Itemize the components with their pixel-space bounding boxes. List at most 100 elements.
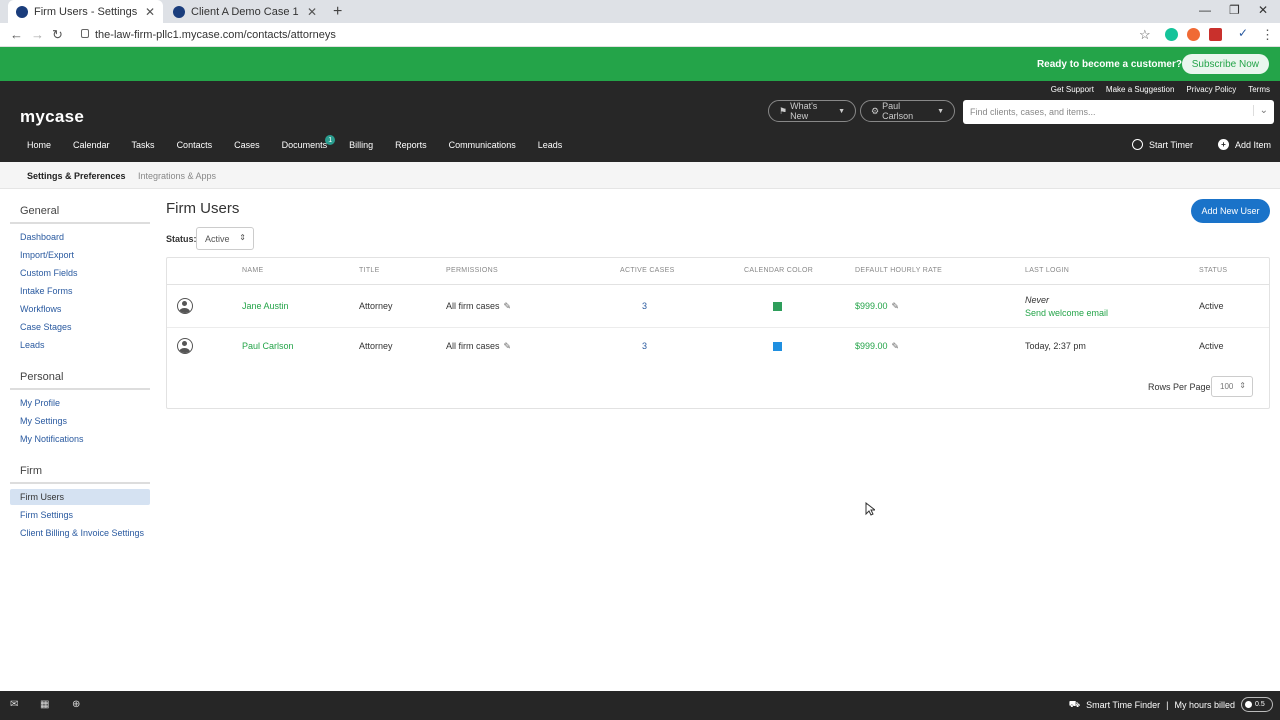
pencil-icon[interactable]: ✎ xyxy=(892,301,900,311)
divider xyxy=(10,482,150,484)
nav-documents[interactable]: Documents 1 xyxy=(282,135,336,150)
sidebar-item-my-notifications[interactable]: My Notifications xyxy=(10,431,150,447)
sidebar-item-case-stages[interactable]: Case Stages xyxy=(10,319,150,335)
user-status: Active xyxy=(1199,301,1224,311)
nav-reports[interactable]: Reports xyxy=(395,140,427,150)
sidebar-item-import-export[interactable]: Import/Export xyxy=(10,247,150,263)
column-header-title[interactable]: Title xyxy=(359,267,380,274)
sidebar-item-firm-settings[interactable]: Firm Settings xyxy=(10,507,150,523)
close-icon[interactable]: ✕ xyxy=(307,5,317,19)
chevron-down-icon[interactable]: ⌄ xyxy=(1252,105,1268,116)
hours-toggle[interactable]: 0.5 xyxy=(1241,697,1273,712)
my-hours-billed-label[interactable]: My hours billed xyxy=(1174,700,1235,710)
status-filter-select[interactable]: Active ⇕ xyxy=(196,227,254,250)
url-field[interactable]: the-law-firm-pllc1.mycase.com/contacts/a… xyxy=(81,29,336,41)
menu-icon[interactable]: ⋮ xyxy=(1261,27,1274,43)
global-search-input[interactable]: Find clients, cases, and items... ⌄ xyxy=(963,100,1274,124)
pencil-icon[interactable]: ✎ xyxy=(504,301,512,311)
grammarly-extension-icon[interactable] xyxy=(1165,28,1178,41)
tab-integrations-apps[interactable]: Integrations & Apps xyxy=(138,171,216,181)
back-icon[interactable]: ← xyxy=(10,27,23,42)
add-new-user-button[interactable]: Add New User xyxy=(1191,199,1270,223)
column-header-calendar-color[interactable]: Calendar Color xyxy=(744,267,813,274)
sidebar-item-my-profile[interactable]: My Profile xyxy=(10,395,150,411)
pencil-icon[interactable]: ✎ xyxy=(504,341,512,351)
privacy-policy-link[interactable]: Privacy Policy xyxy=(1186,85,1236,94)
minimize-icon[interactable]: — xyxy=(1199,3,1211,17)
user-name-link[interactable]: Jane Austin xyxy=(242,301,289,311)
new-tab-icon[interactable]: + xyxy=(333,3,342,21)
tab-title: Firm Users - Settings - MyCase xyxy=(34,5,137,18)
browser-tab-firm-users[interactable]: Firm Users - Settings - MyCase ✕ xyxy=(8,0,163,23)
nav-calendar[interactable]: Calendar xyxy=(73,140,110,150)
sidebar-item-workflows[interactable]: Workflows xyxy=(10,301,150,317)
active-cases-count[interactable]: 3 xyxy=(642,341,647,351)
whats-new-button[interactable]: ⚑ What's New ▼ xyxy=(768,100,856,122)
column-header-last-login[interactable]: Last Login xyxy=(1025,267,1069,274)
column-header-default-hourly-rate[interactable]: Default Hourly Rate xyxy=(855,267,942,274)
get-support-link[interactable]: Get Support xyxy=(1051,85,1094,94)
tab-settings-preferences[interactable]: Settings & Preferences xyxy=(27,171,126,181)
nav-home[interactable]: Home xyxy=(27,140,51,150)
toggle-value: 0.5 xyxy=(1255,701,1265,708)
nav-tasks[interactable]: Tasks xyxy=(132,140,155,150)
close-icon[interactable]: ✕ xyxy=(145,5,155,19)
section-title-personal: Personal xyxy=(20,371,64,383)
reload-icon[interactable]: ↻ xyxy=(52,27,63,43)
nav-communications[interactable]: Communications xyxy=(449,140,516,150)
extension-icon[interactable] xyxy=(1187,28,1200,41)
start-timer-button[interactable]: Start Timer xyxy=(1132,139,1193,150)
sidebar-item-custom-fields[interactable]: Custom Fields xyxy=(10,265,150,281)
calculator-icon[interactable]: ▦ xyxy=(40,699,49,710)
extension-icon[interactable] xyxy=(1209,28,1222,41)
user-name-link[interactable]: Paul Carlson xyxy=(242,341,294,351)
calendar-color-swatch[interactable] xyxy=(773,342,782,351)
lock-icon xyxy=(81,29,89,38)
toggle-knob xyxy=(1245,701,1252,708)
forward-icon[interactable]: → xyxy=(31,27,44,42)
divider xyxy=(10,222,150,224)
sidebar-item-dashboard[interactable]: Dashboard xyxy=(10,229,150,245)
nav-billing[interactable]: Billing xyxy=(349,140,373,150)
start-timer-label: Start Timer xyxy=(1149,139,1194,150)
add-item-label: Add Item xyxy=(1235,139,1272,150)
nav-leads[interactable]: Leads xyxy=(538,140,563,150)
smart-time-finder-link[interactable]: Smart Time Finder xyxy=(1086,700,1160,710)
add-circle-icon[interactable]: ⊕ xyxy=(72,699,80,710)
column-header-active-cases[interactable]: Active Cases xyxy=(620,267,675,274)
rows-per-page-label: Rows Per Page xyxy=(1148,382,1211,392)
sidebar-item-firm-users[interactable]: Firm Users xyxy=(10,489,150,505)
user-avatar-icon xyxy=(177,338,193,354)
send-welcome-email-link[interactable]: Send welcome email xyxy=(1025,308,1108,318)
user-menu-button[interactable]: ⚙ Paul Carlson ▼ xyxy=(860,100,955,122)
nav-contacts[interactable]: Contacts xyxy=(177,140,213,150)
mycase-logo[interactable]: mycase xyxy=(20,107,84,127)
calendar-color-swatch[interactable] xyxy=(773,302,782,311)
column-header-status[interactable]: Status xyxy=(1199,267,1227,274)
window-close-icon[interactable]: ✕ xyxy=(1258,3,1268,17)
user-avatar-icon xyxy=(177,298,193,314)
sidebar-item-client-billing-invoice-settings[interactable]: Client Billing & Invoice Settings xyxy=(10,525,150,541)
mouse-cursor-icon xyxy=(865,502,875,516)
user-status: Active xyxy=(1199,341,1224,351)
sidebar-item-leads[interactable]: Leads xyxy=(10,337,150,353)
nav-cases[interactable]: Cases xyxy=(234,140,260,150)
pencil-icon[interactable]: ✎ xyxy=(892,341,900,351)
browser-tab-case-details[interactable]: Client A Demo Case 1 - Case Details ✕ xyxy=(165,0,325,23)
make-suggestion-link[interactable]: Make a Suggestion xyxy=(1106,85,1175,94)
subscribe-now-button[interactable]: Subscribe Now xyxy=(1181,54,1269,74)
status-filter-label: Status: xyxy=(166,234,197,244)
star-icon[interactable]: ☆ xyxy=(1139,27,1151,43)
active-cases-count[interactable]: 3 xyxy=(642,301,647,311)
mail-icon[interactable]: ✉ xyxy=(10,699,18,710)
check-extension-icon[interactable]: ✓ xyxy=(1238,26,1251,40)
sidebar-item-my-settings[interactable]: My Settings xyxy=(10,413,150,429)
terms-link[interactable]: Terms xyxy=(1248,85,1270,94)
divider xyxy=(10,388,150,390)
sidebar-item-intake-forms[interactable]: Intake Forms xyxy=(10,283,150,299)
restore-icon[interactable]: ❐ xyxy=(1229,3,1240,17)
column-header-permissions[interactable]: Permissions xyxy=(446,267,498,274)
add-item-button[interactable]: + Add Item xyxy=(1218,139,1271,150)
column-header-name[interactable]: Name xyxy=(242,267,263,274)
rows-per-page-select[interactable]: 100 ⇕ xyxy=(1211,376,1253,397)
